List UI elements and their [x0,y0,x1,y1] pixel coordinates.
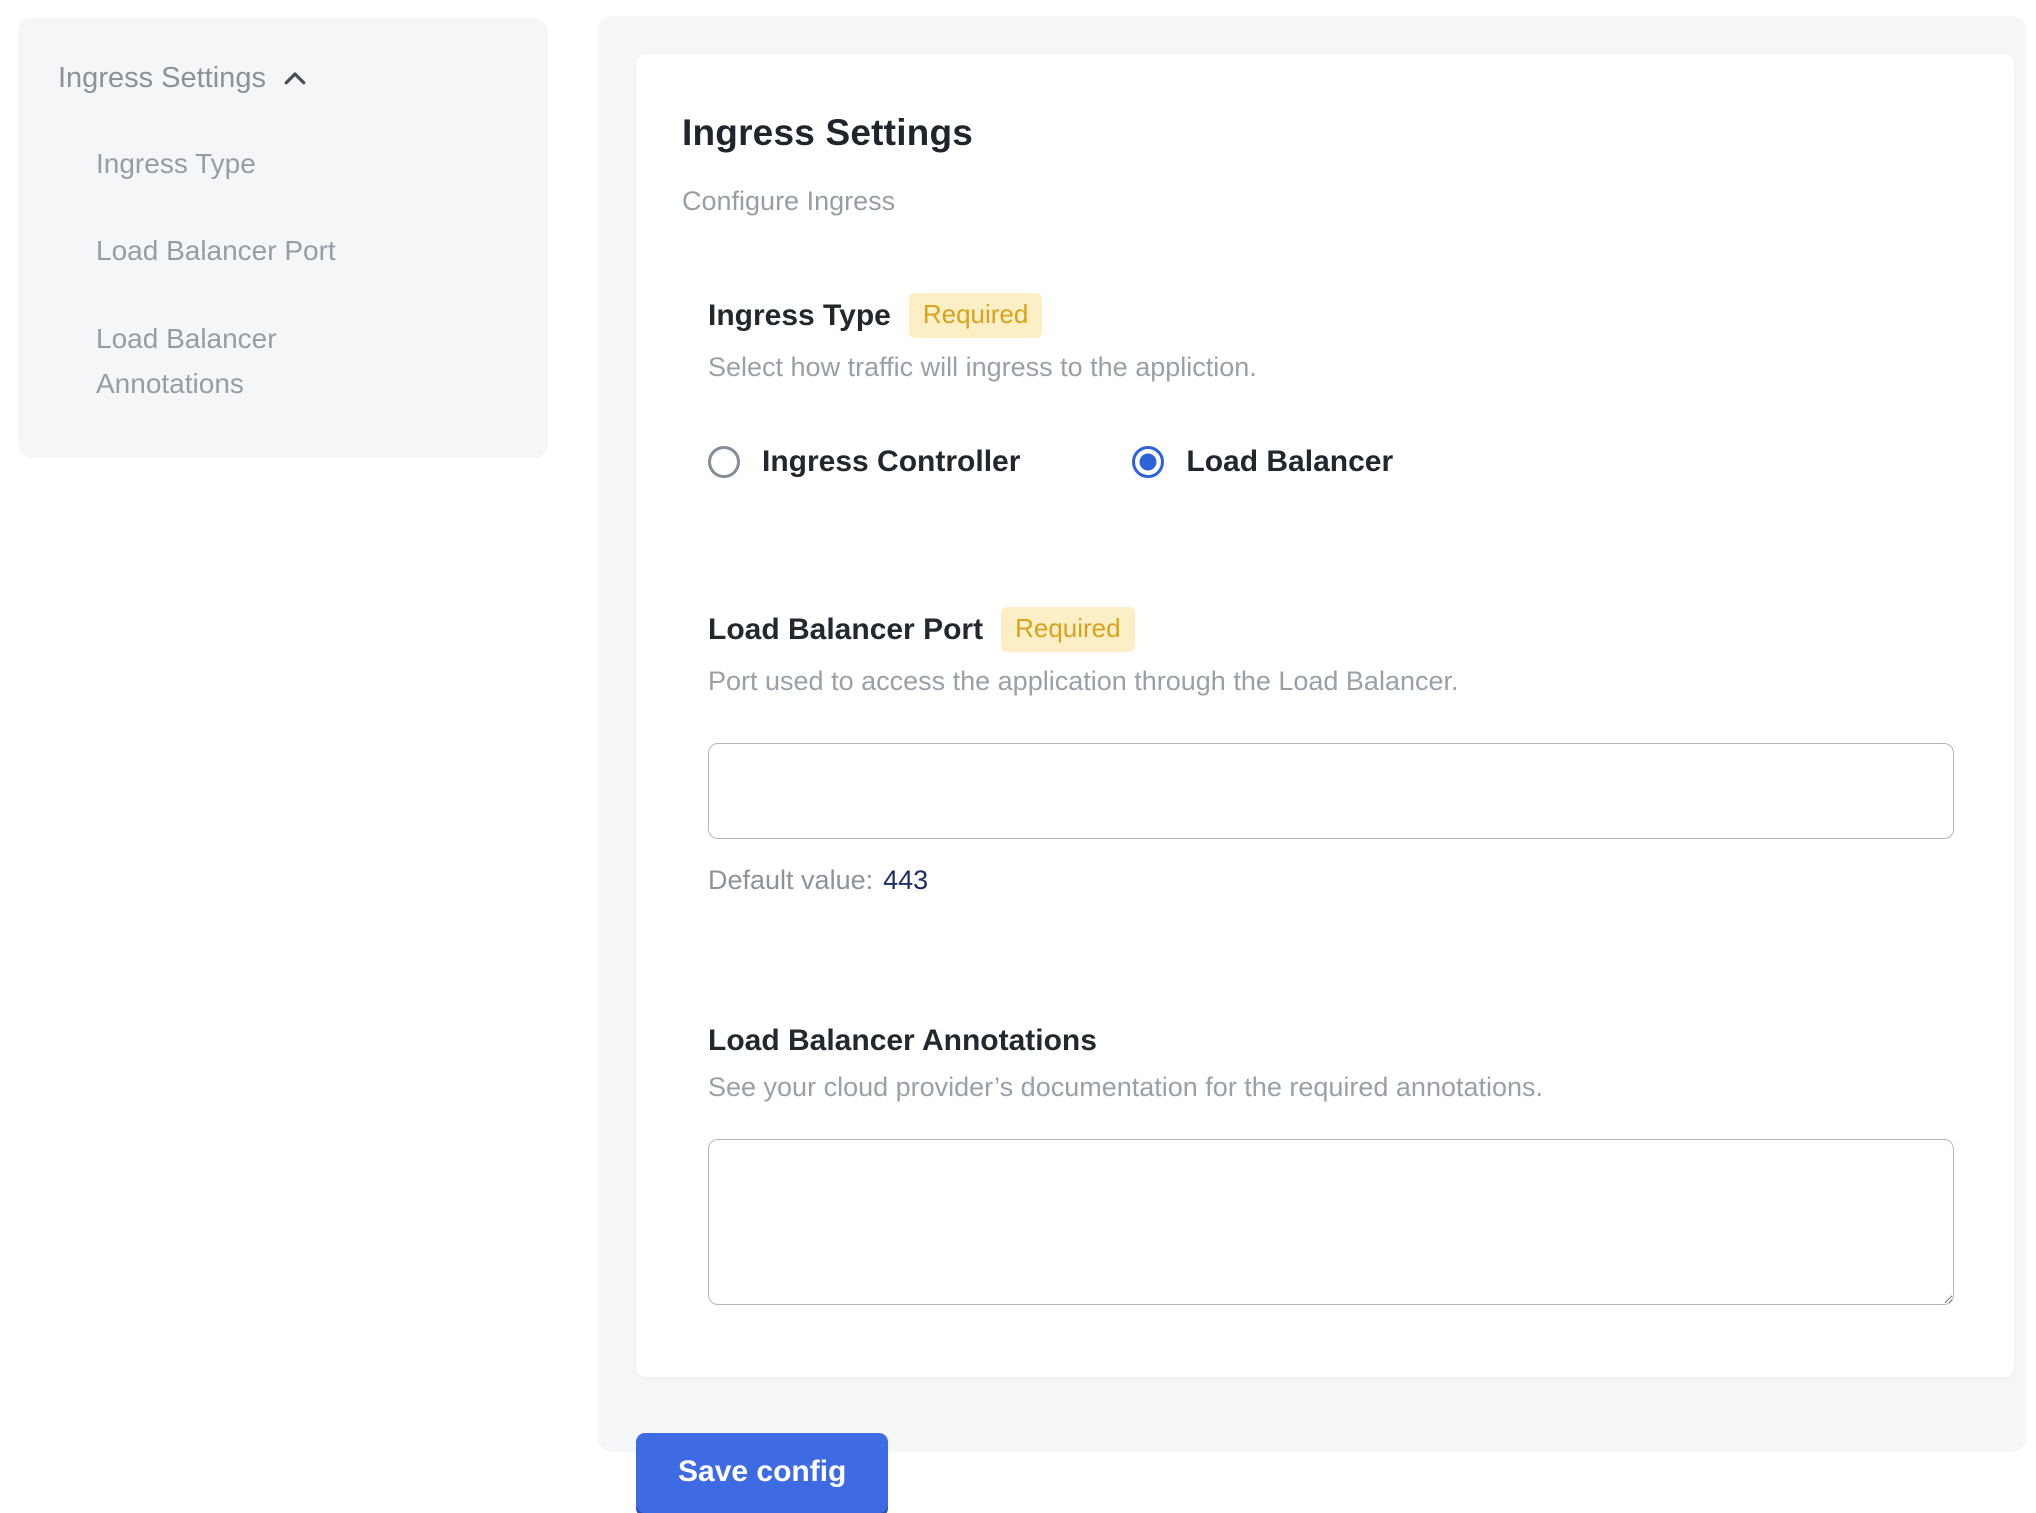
lb-port-label: Load Balancer Port [708,613,983,647]
required-badge: Required [909,293,1043,338]
page: Ingress Settings Ingress Type Load Balan… [0,0,2036,1452]
sidebar-section-ingress-settings[interactable]: Ingress Settings [58,62,508,95]
lb-port-default-row: Default value: 443 [708,865,1952,896]
page-title: Ingress Settings [682,112,1952,154]
lb-annotations-description: See your cloud provider’s documentation … [708,1072,1952,1103]
sidebar-items: Ingress Type Load Balancer Port Load Bal… [58,141,508,406]
lb-port-input[interactable] [708,743,1954,839]
radio-option-ingress-controller[interactable]: Ingress Controller [708,445,1020,479]
radio-load-balancer-label: Load Balancer [1186,445,1393,479]
field-load-balancer-annotations: Load Balancer Annotations See your cloud… [708,1024,1952,1305]
settings-nav: Ingress Settings Ingress Type Load Balan… [18,18,548,458]
sidebar-column: Ingress Settings Ingress Type Load Balan… [0,0,598,1452]
field-load-balancer-port: Load Balancer Port Required Port used to… [708,607,1952,896]
radio-load-balancer-icon [1132,446,1164,478]
sidebar-item-load-balancer-port[interactable]: Load Balancer Port [96,228,426,273]
radio-ingress-controller-icon [708,446,740,478]
lb-annotations-textarea[interactable] [708,1139,1954,1305]
page-subtitle: Configure Ingress [682,186,1952,217]
ingress-type-description: Select how traffic will ingress to the a… [708,352,1952,383]
ingress-settings-card: Ingress Settings Configure Ingress Ingre… [636,54,2014,1377]
default-value-label: Default value: [708,865,873,895]
lb-port-description: Port used to access the application thro… [708,666,1952,697]
radio-ingress-controller-label: Ingress Controller [762,445,1020,479]
default-value: 443 [883,865,928,895]
field-ingress-type: Ingress Type Required Select how traffic… [708,293,1952,479]
sidebar-item-ingress-type[interactable]: Ingress Type [96,141,426,186]
radio-option-load-balancer[interactable]: Load Balancer [1132,445,1393,479]
main-panel: Ingress Settings Configure Ingress Ingre… [598,16,2026,1452]
lb-annotations-label: Load Balancer Annotations [708,1024,1097,1058]
sidebar-header-label: Ingress Settings [58,62,266,95]
ingress-type-label: Ingress Type [708,299,891,333]
required-badge: Required [1001,607,1135,652]
ingress-type-radio-group: Ingress Controller Load Balancer [708,445,1952,479]
sidebar-item-load-balancer-annotations[interactable]: Load Balancer Annotations [96,316,426,407]
chevron-up-icon [280,64,310,94]
save-config-button[interactable]: Save config [636,1433,888,1513]
